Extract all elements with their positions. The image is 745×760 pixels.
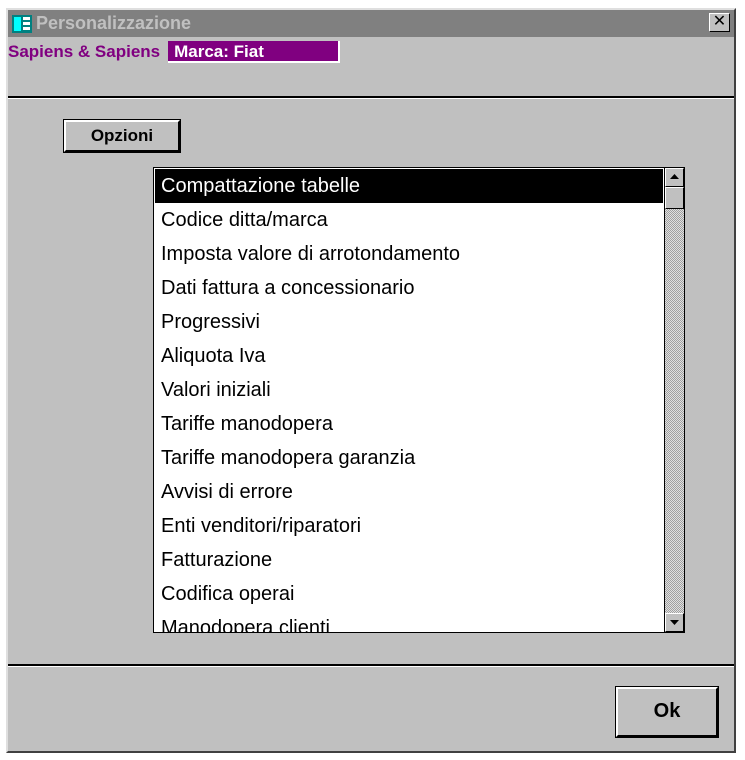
opzioni-button[interactable]: Opzioni (64, 120, 180, 152)
divider-bottom-highlight (8, 666, 734, 667)
close-icon: ✕ (712, 13, 727, 30)
company-label: Sapiens & Sapiens (8, 42, 161, 61)
scroll-thumb[interactable] (665, 187, 684, 209)
options-listbox[interactable]: Compattazione tabelle Codice ditta/marca I… (153, 167, 685, 633)
divider-top-highlight (8, 98, 734, 99)
list-item[interactable]: Codice ditta/marca (155, 203, 663, 237)
list-item[interactable]: Manodopera clienti (155, 611, 663, 632)
list-item[interactable]: Dati fattura a concessionario (155, 271, 663, 305)
ok-button[interactable]: Ok (616, 687, 718, 737)
options-list: Compattazione tabelle Codice ditta/marca I… (155, 169, 663, 632)
personalizzazione-dialog: Personalizzazione ✕ Sapiens & Sapiens Ma… (6, 8, 736, 753)
list-item[interactable]: Avvisi di errore (155, 475, 663, 509)
list-item[interactable]: Codifica operai (155, 577, 663, 611)
close-button[interactable]: ✕ (709, 13, 730, 32)
vertical-scrollbar[interactable] (664, 168, 684, 632)
list-item[interactable]: Compattazione tabelle (155, 169, 663, 203)
arrow-down-icon (670, 620, 679, 625)
list-item[interactable]: Enti venditori/riparatori (155, 509, 663, 543)
list-item[interactable]: Tariffe manodopera (155, 407, 663, 441)
list-item[interactable]: Fatturazione (155, 543, 663, 577)
window-title: Personalizzazione (36, 13, 192, 33)
title-bar[interactable]: Personalizzazione ✕ (8, 10, 734, 37)
arrow-up-icon (670, 174, 679, 179)
list-item[interactable]: Imposta valore di arrotondamento (155, 237, 663, 271)
list-item[interactable]: Progressivi (155, 305, 663, 339)
list-item[interactable]: Valori iniziali (155, 373, 663, 407)
list-item[interactable]: Aliquota Iva (155, 339, 663, 373)
scroll-up-button[interactable] (665, 168, 684, 187)
header-row: Sapiens & Sapiens Marca: Fiat (8, 38, 734, 66)
brand-field: Marca: Fiat (168, 41, 341, 63)
app-icon (12, 14, 32, 33)
list-item[interactable]: Tariffe manodopera garanzia (155, 441, 663, 475)
scroll-down-button[interactable] (665, 613, 684, 632)
